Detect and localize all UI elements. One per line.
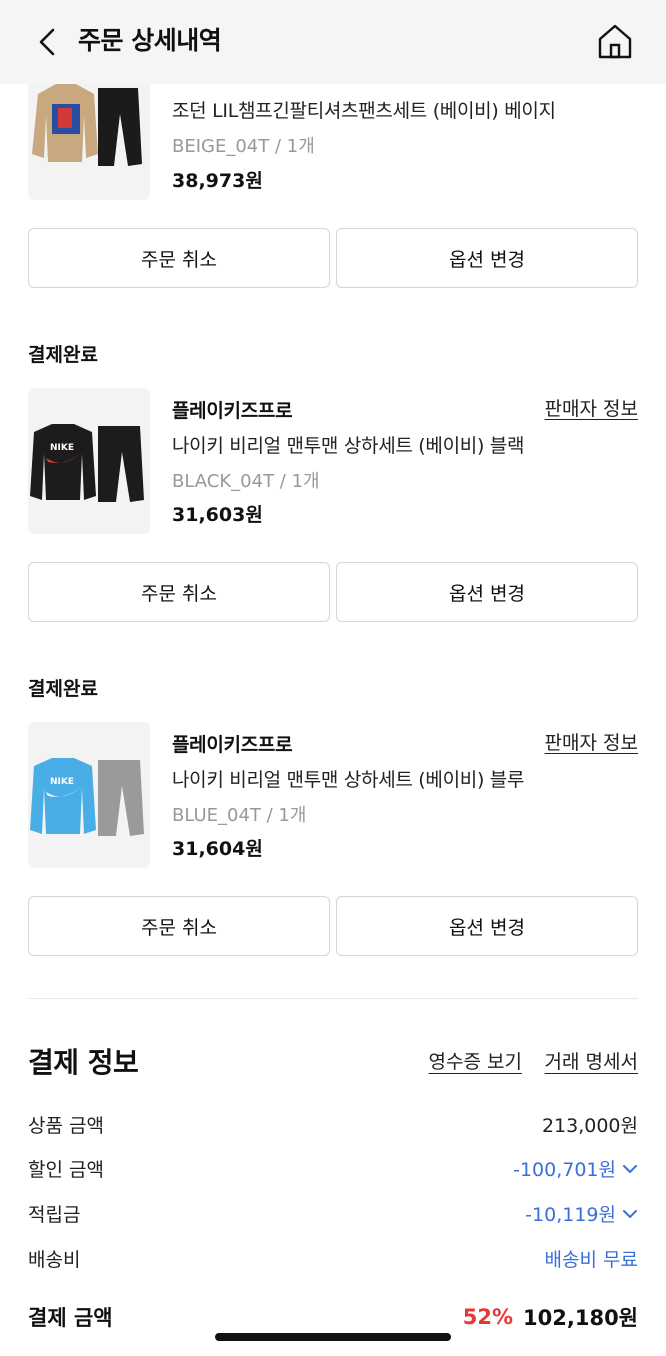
svg-text:NIKE: NIKE (50, 443, 74, 453)
order-status: 결제완료 (28, 344, 98, 366)
home-icon (598, 24, 632, 59)
points-value[interactable]: -10,119원 (525, 1200, 638, 1227)
discount-amount-value[interactable]: -100,701원 (513, 1155, 638, 1182)
cancel-order-button[interactable]: 주문 취소 (28, 896, 330, 956)
product-amount-value: 213,000원 (542, 1111, 638, 1138)
total-amount-value: 52% 102,180원 (463, 1302, 638, 1332)
total-amount-label: 결제 금액 (28, 1306, 113, 1330)
receipt-link[interactable]: 영수증 보기 (429, 1047, 522, 1074)
product-image: NIKE (30, 758, 144, 836)
product-image: NIKE (30, 424, 144, 502)
payment-info-title: 결제 정보 (28, 1046, 139, 1079)
product-option: BLACK_04T / 1개 (172, 471, 320, 492)
transaction-statement-link[interactable]: 거래 명세서 (545, 1047, 638, 1074)
product-amount-label: 상품 금액 (28, 1115, 104, 1137)
points-label: 적립금 (28, 1204, 81, 1226)
discount-amount-label: 할인 금액 (28, 1159, 104, 1181)
product-name[interactable]: 조던 LIL챔프긴팔티셔츠팬츠세트 (베이비) 베이지 (172, 96, 556, 123)
seller-info-link[interactable]: 판매자 정보 (545, 394, 638, 421)
discount-amount-text: -100,701원 (513, 1159, 616, 1181)
svg-text:NIKE: NIKE (50, 777, 74, 787)
top-app-bar: 주문 상세내역 (0, 0, 666, 84)
discount-percent: 52% (462, 1305, 514, 1329)
product-name[interactable]: 나이키 비리얼 맨투맨 상하세트 (베이비) 블랙 (172, 431, 524, 458)
product-price: 31,603원 (172, 504, 263, 526)
product-option: BEIGE_04T / 1개 (172, 136, 315, 157)
page-title: 주문 상세내역 (78, 26, 222, 55)
section-divider (28, 998, 638, 999)
product-price: 31,604원 (172, 838, 263, 860)
seller-info-link[interactable]: 판매자 정보 (545, 728, 638, 755)
change-option-button[interactable]: 옵션 변경 (336, 896, 638, 956)
seller-name: 플레이키즈프로 (172, 400, 293, 422)
cancel-order-button[interactable]: 주문 취소 (28, 562, 330, 622)
home-indicator (215, 1333, 451, 1341)
back-button[interactable] (30, 22, 64, 62)
product-option: BLUE_04T / 1개 (172, 805, 307, 826)
cancel-order-button[interactable]: 주문 취소 (28, 228, 330, 288)
points-text: -10,119원 (525, 1204, 616, 1226)
change-option-button[interactable]: 옵션 변경 (336, 228, 638, 288)
order-item: NIKE 플레이키즈프로 판매자 정보 나이키 비리얼 맨투맨 상하세트 (베이… (28, 388, 638, 534)
shipping-fee-label: 배송비 (28, 1249, 81, 1271)
product-thumbnail[interactable]: NIKE (28, 722, 150, 868)
change-option-button[interactable]: 옵션 변경 (336, 562, 638, 622)
shipping-fee-text: 배송비 무료 (544, 1249, 638, 1271)
product-thumbnail[interactable]: NIKE (28, 388, 150, 534)
shipping-fee-value: 배송비 무료 (545, 1245, 638, 1272)
product-name[interactable]: 나이키 비리얼 맨투맨 상하세트 (베이비) 블루 (172, 765, 524, 792)
product-price: 38,973원 (172, 170, 263, 192)
order-item: NIKE 플레이키즈프로 판매자 정보 나이키 비리얼 맨투맨 상하세트 (베이… (28, 722, 638, 868)
seller-name: 플레이키즈프로 (172, 734, 293, 756)
product-amount-text: 213,000원 (541, 1115, 638, 1137)
chevron-down-icon (623, 1209, 637, 1218)
home-button[interactable] (594, 20, 636, 62)
total-amount-text: 102,180원 (523, 1306, 638, 1330)
order-status: 결제완료 (28, 678, 98, 700)
chevron-down-icon (623, 1164, 637, 1173)
chevron-left-icon (39, 28, 55, 56)
